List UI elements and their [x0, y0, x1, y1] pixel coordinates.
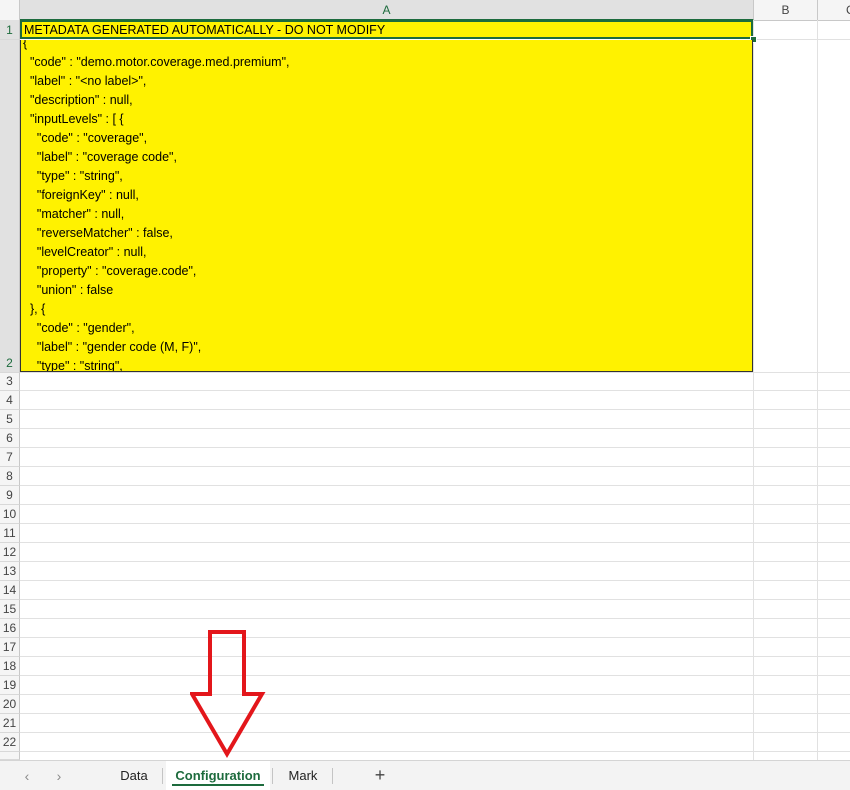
json-line: "inputLevels" : [ {: [23, 112, 124, 126]
column-header-b[interactable]: B: [754, 0, 818, 20]
tab-separator: [272, 768, 273, 784]
column-header-row: A B C: [0, 0, 850, 21]
sheet-tab-configuration-label: Configuration: [175, 768, 261, 783]
red-down-arrow-icon: [190, 630, 266, 758]
select-all-corner[interactable]: [0, 0, 20, 20]
row-header-18[interactable]: 18: [0, 657, 20, 676]
row-header-13[interactable]: 13: [0, 562, 20, 581]
row-header-12[interactable]: 12: [0, 543, 20, 562]
sheet-tab-bar: ‹ › Data Configuration Mark +: [0, 760, 850, 790]
json-line: "type" : "string",: [23, 169, 123, 183]
json-line: "code" : "demo.motor.coverage.med.premiu…: [23, 55, 290, 69]
row-header-14[interactable]: 14: [0, 581, 20, 600]
row-header-17[interactable]: 17: [0, 638, 20, 657]
cell-a2-content: { "code" : "demo.motor.coverage.med.prem…: [23, 40, 290, 372]
json-line: "reverseMatcher" : false,: [23, 226, 173, 240]
cell-a1[interactable]: METADATA GENERATED AUTOMATICALLY - DO NO…: [20, 20, 753, 39]
row-header-22[interactable]: 22: [0, 733, 20, 752]
tab-separator: [332, 768, 333, 784]
tab-separator: [162, 768, 163, 784]
json-line: "description" : null,: [23, 93, 133, 107]
sheet-tab-mark[interactable]: Mark: [276, 761, 330, 790]
spreadsheet-grid[interactable]: A B C 1 2 3 4 5 6 7 8 9 10 11 12 13 14 1…: [0, 0, 850, 760]
next-sheet-icon[interactable]: ›: [50, 767, 68, 785]
json-line: "union" : false: [23, 283, 114, 297]
row-header-19[interactable]: 19: [0, 676, 20, 695]
sheet-tab-configuration[interactable]: Configuration: [166, 761, 270, 790]
sheet-tab-data[interactable]: Data: [108, 761, 160, 790]
row-header-5[interactable]: 5: [0, 410, 20, 429]
prev-sheet-icon[interactable]: ‹: [18, 767, 36, 785]
json-line: "code" : "gender",: [23, 321, 135, 335]
row-header-3[interactable]: 3: [0, 373, 20, 391]
row-header-1[interactable]: 1: [0, 20, 20, 40]
json-line: }, {: [23, 302, 46, 316]
json-line: "foreignKey" : null,: [23, 188, 139, 202]
row-header-10[interactable]: 10: [0, 505, 20, 524]
active-tab-underline: [172, 784, 264, 786]
column-header-a[interactable]: A: [20, 0, 754, 21]
row-header-23-partial: [0, 752, 20, 760]
json-line: "label" : "gender code (M, F)",: [23, 340, 202, 354]
row-header-4[interactable]: 4: [0, 391, 20, 410]
row-header-7[interactable]: 7: [0, 448, 20, 467]
cell-a2[interactable]: { "code" : "demo.motor.coverage.med.prem…: [20, 40, 753, 372]
row-header-11[interactable]: 11: [0, 524, 20, 543]
row-header-15[interactable]: 15: [0, 600, 20, 619]
row-header-2[interactable]: 2: [0, 40, 20, 373]
row-header-8[interactable]: 8: [0, 467, 20, 486]
json-line: "matcher" : null,: [23, 207, 125, 221]
json-line: "label" : "coverage code",: [23, 150, 177, 164]
column-header-c[interactable]: C: [818, 0, 850, 20]
row-header-6[interactable]: 6: [0, 429, 20, 448]
add-sheet-icon[interactable]: +: [370, 765, 390, 785]
json-line: "levelCreator" : null,: [23, 245, 147, 259]
json-line: "type" : "string",: [23, 359, 123, 372]
row-header-16[interactable]: 16: [0, 619, 20, 638]
json-line: "label" : "<no label>",: [23, 74, 147, 88]
json-line: "code" : "coverage",: [23, 131, 148, 145]
row-header-9[interactable]: 9: [0, 486, 20, 505]
json-line: {: [23, 40, 28, 50]
json-line: "property" : "coverage.code",: [23, 264, 197, 278]
row-header-21[interactable]: 21: [0, 714, 20, 733]
row-header-20[interactable]: 20: [0, 695, 20, 714]
